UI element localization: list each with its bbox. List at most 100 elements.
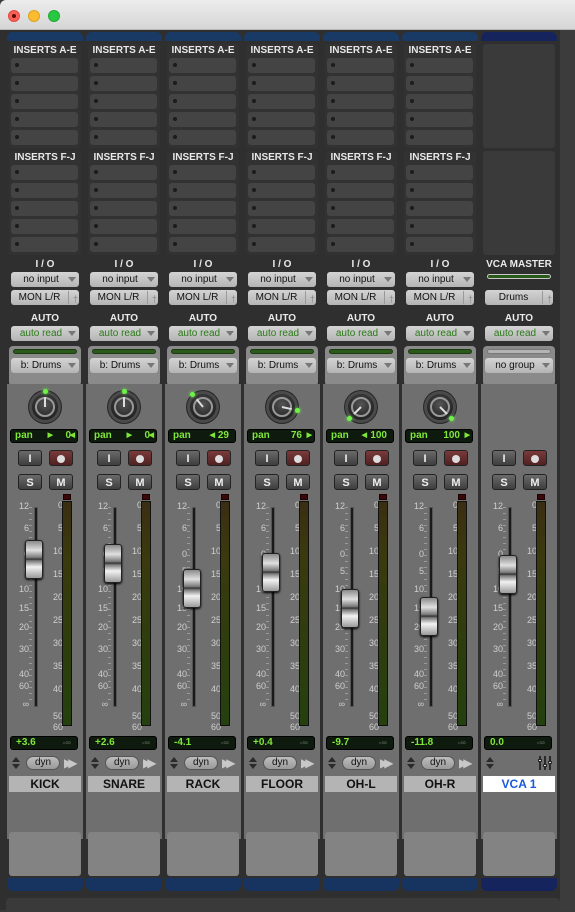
group-selector[interactable]: b: Drums: [169, 358, 237, 373]
insert-slot[interactable]: [11, 219, 78, 234]
insert-slot[interactable]: [406, 219, 473, 234]
output-selector[interactable]: MON L/R †: [406, 290, 474, 305]
forward-arrows-icon[interactable]: ▶▶: [380, 756, 394, 770]
track-color-bar[interactable]: [244, 32, 320, 41]
insert-slot[interactable]: [248, 237, 315, 252]
insert-slot[interactable]: [327, 183, 394, 198]
track-name[interactable]: OH-L: [325, 776, 397, 792]
insert-slot[interactable]: [169, 183, 236, 198]
comments-box[interactable]: [483, 832, 555, 876]
insert-slot[interactable]: [327, 201, 394, 216]
mute-button[interactable]: M: [49, 474, 73, 490]
insert-slot[interactable]: [11, 237, 78, 252]
insert-slot[interactable]: [406, 130, 473, 145]
output-selector[interactable]: MON L/R †: [11, 290, 79, 305]
track-color-bar[interactable]: [402, 32, 478, 41]
dyn-button[interactable]: dyn: [421, 756, 455, 770]
insert-slot[interactable]: [248, 201, 315, 216]
insert-slot[interactable]: [169, 94, 236, 109]
scrollbar-area[interactable]: [560, 30, 575, 910]
mute-button[interactable]: M: [365, 474, 389, 490]
dyn-button[interactable]: dyn: [184, 756, 218, 770]
track-name[interactable]: FLOOR: [246, 776, 318, 792]
automation-mode-selector[interactable]: auto read: [169, 326, 237, 341]
insert-slot[interactable]: [406, 58, 473, 73]
insert-slot[interactable]: [248, 165, 315, 180]
pan-knob[interactable]: [109, 388, 139, 422]
up-down-arrows-icon[interactable]: [90, 756, 100, 770]
solo-button[interactable]: S: [492, 474, 516, 490]
insert-slot[interactable]: [11, 76, 78, 91]
automation-mode-selector[interactable]: auto read: [406, 326, 474, 341]
record-enable-button[interactable]: [523, 450, 547, 466]
output-selector[interactable]: MON L/R †: [327, 290, 395, 305]
track-color-bar[interactable]: [165, 32, 241, 41]
insert-slot[interactable]: [90, 130, 157, 145]
comments-box[interactable]: [88, 832, 160, 876]
track-name[interactable]: SNARE: [88, 776, 160, 792]
pan-knob[interactable]: [267, 392, 301, 422]
insert-slot[interactable]: [406, 76, 473, 91]
track-name[interactable]: RACK: [167, 776, 239, 792]
volume-display[interactable]: +0.4 -∞: [247, 736, 315, 750]
forward-arrows-icon[interactable]: ▶▶: [222, 756, 236, 770]
track-name[interactable]: KICK: [9, 776, 81, 792]
record-enable-button[interactable]: [128, 450, 152, 466]
insert-slot[interactable]: [90, 58, 157, 73]
insert-slot[interactable]: [327, 219, 394, 234]
dyn-button[interactable]: dyn: [26, 756, 60, 770]
solo-button[interactable]: S: [18, 474, 42, 490]
pan-knob[interactable]: [346, 392, 376, 422]
track-name[interactable]: OH-R: [404, 776, 476, 792]
mute-button[interactable]: M: [207, 474, 231, 490]
up-down-arrows-icon[interactable]: [406, 756, 416, 770]
insert-slot[interactable]: [90, 165, 157, 180]
track-color-bar[interactable]: [481, 32, 557, 41]
forward-arrows-icon[interactable]: ▶▶: [64, 756, 78, 770]
insert-slot[interactable]: [11, 201, 78, 216]
insert-slot[interactable]: [248, 112, 315, 127]
comments-box[interactable]: [9, 832, 81, 876]
track-color-bar[interactable]: [86, 32, 162, 41]
insert-slot[interactable]: [406, 112, 473, 127]
input-monitor-button[interactable]: I: [413, 450, 437, 466]
automation-mode-selector[interactable]: auto read: [248, 326, 316, 341]
close-button[interactable]: [8, 10, 20, 22]
automation-mode-selector[interactable]: auto read: [90, 326, 158, 341]
insert-slot[interactable]: [327, 76, 394, 91]
insert-slot[interactable]: [169, 76, 236, 91]
comments-box[interactable]: [325, 832, 397, 876]
pan-display[interactable]: pan 76 ▶: [247, 429, 315, 443]
track-color-bar[interactable]: [323, 32, 399, 41]
group-selector[interactable]: b: Drums: [406, 358, 474, 373]
pan-knob[interactable]: [188, 392, 218, 422]
insert-slot[interactable]: [90, 219, 157, 234]
input-selector[interactable]: no input: [90, 272, 158, 287]
output-selector[interactable]: MON L/R †: [90, 290, 158, 305]
insert-slot[interactable]: [327, 112, 394, 127]
mute-button[interactable]: M: [286, 474, 310, 490]
record-enable-button[interactable]: [207, 450, 231, 466]
insert-slot[interactable]: [90, 112, 157, 127]
insert-slot[interactable]: [248, 183, 315, 198]
pan-display[interactable]: pan 29 ◀: [168, 429, 236, 443]
up-down-arrows-icon[interactable]: [11, 756, 21, 770]
volume-display[interactable]: -4.1 -∞: [168, 736, 236, 750]
insert-slot[interactable]: [90, 76, 157, 91]
insert-slot[interactable]: [90, 183, 157, 198]
input-selector[interactable]: no input: [406, 272, 474, 287]
comments-box[interactable]: [167, 832, 239, 876]
up-down-arrows-icon[interactable]: [169, 756, 179, 770]
insert-slot[interactable]: [90, 94, 157, 109]
input-monitor-button[interactable]: I: [492, 450, 516, 466]
group-selector[interactable]: b: Drums: [327, 358, 395, 373]
comments-box[interactable]: [404, 832, 476, 876]
pan-display[interactable]: pan 0 ▶ ◀: [10, 429, 78, 443]
mute-button[interactable]: M: [444, 474, 468, 490]
mixer-sliders-icon[interactable]: [537, 756, 553, 770]
minimize-button[interactable]: [28, 10, 40, 22]
track-name[interactable]: VCA 1: [483, 776, 555, 792]
insert-slot[interactable]: [169, 112, 236, 127]
automation-mode-selector[interactable]: auto read: [485, 326, 553, 341]
automation-mode-selector[interactable]: auto read: [11, 326, 79, 341]
